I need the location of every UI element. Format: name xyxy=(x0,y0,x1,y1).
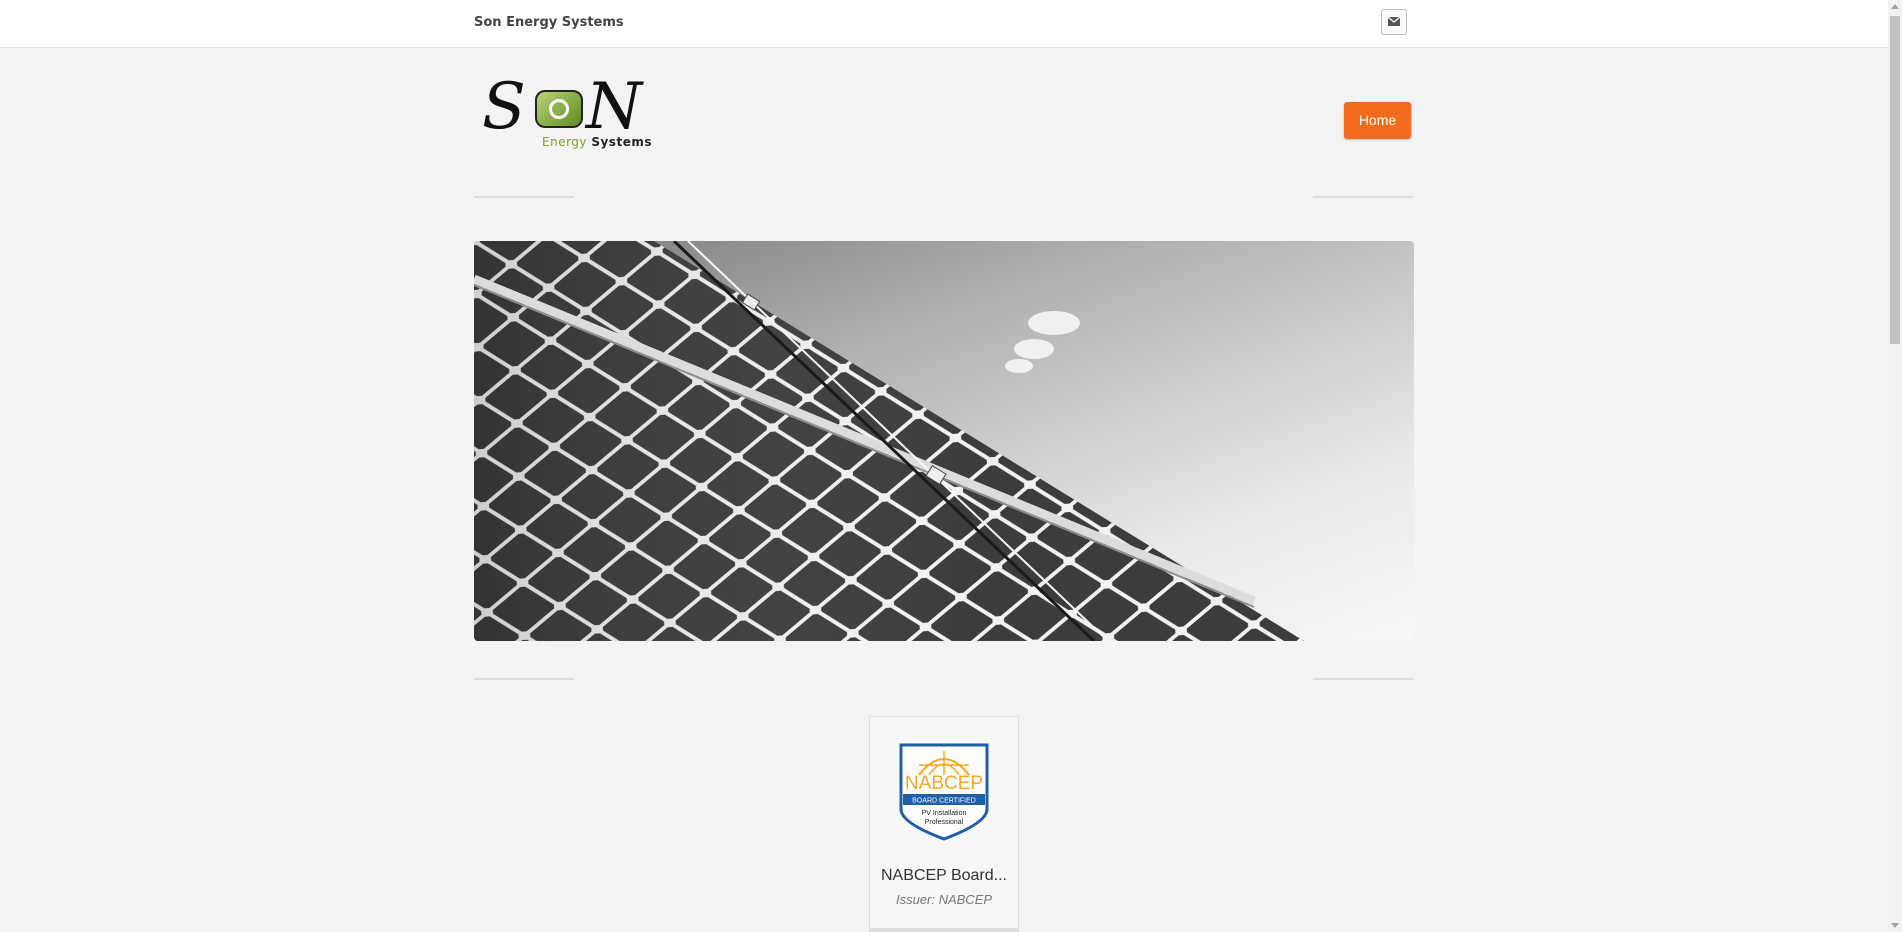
logo-leaf-icon xyxy=(535,90,583,128)
divider-left-top xyxy=(474,196,574,198)
scroll-down-arrow-icon[interactable] xyxy=(1891,923,1899,928)
card-footer-bar xyxy=(870,928,1018,931)
svg-text:Professional: Professional xyxy=(925,819,964,826)
svg-text:BOARD CERTIFIED: BOARD CERTIFIED xyxy=(912,798,976,805)
logo-tagline: Energy Systems xyxy=(542,135,652,149)
divider-right-top xyxy=(1313,196,1413,198)
divider-right-bottom xyxy=(1313,678,1413,680)
contact-button[interactable] xyxy=(1381,9,1407,35)
site-name[interactable]: Son Energy Systems xyxy=(474,15,624,30)
mail-icon xyxy=(1388,17,1400,26)
certification-card[interactable]: NABCEP BOARD CERTIFIED PV Installation P… xyxy=(869,716,1019,932)
page-scrollbar[interactable] xyxy=(1888,0,1902,932)
nabcep-badge-icon: NABCEP BOARD CERTIFIED PV Installation P… xyxy=(893,739,995,841)
scroll-up-arrow-icon[interactable] xyxy=(1891,4,1899,9)
site-logo[interactable]: S N Energy Systems xyxy=(478,70,653,154)
nav-home-button[interactable]: Home xyxy=(1344,102,1411,139)
divider-left-bottom xyxy=(474,678,574,680)
svg-text:PV Installation: PV Installation xyxy=(922,810,967,817)
certification-issuer: Issuer: NABCEP xyxy=(895,892,993,907)
hero-solar-panels-image xyxy=(474,241,1414,641)
certification-title[interactable]: NABCEP Board... xyxy=(870,867,1018,885)
top-bar: Son Energy Systems xyxy=(0,0,1888,48)
scrollbar-thumb[interactable] xyxy=(1890,16,1900,344)
svg-text:NABCEP: NABCEP xyxy=(905,773,983,794)
